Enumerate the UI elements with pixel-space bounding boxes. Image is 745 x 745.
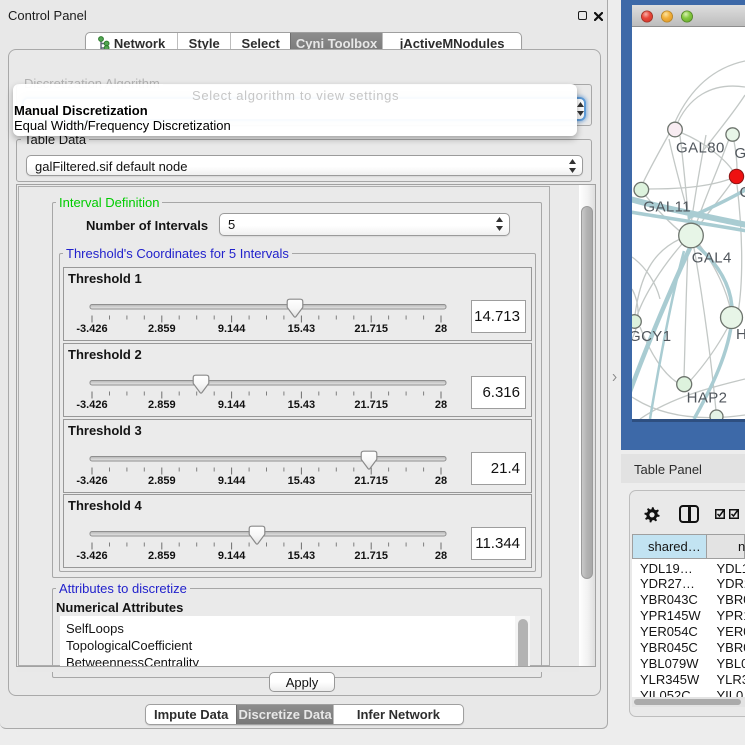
svg-text:GAL11: GAL11 [643,199,691,216]
svg-text:21.715: 21.715 [354,399,388,411]
svg-text:15.43: 15.43 [288,550,316,562]
svg-text:2.859: 2.859 [148,550,176,562]
svg-text:2.859: 2.859 [148,399,176,411]
svg-text:-3.426: -3.426 [76,475,107,487]
svg-text:C: C [740,184,745,201]
svg-text:21.715: 21.715 [354,323,388,335]
svg-text:28: 28 [435,399,447,411]
svg-text:21.715: 21.715 [354,475,388,487]
svg-text:2.859: 2.859 [148,475,176,487]
svg-text:9.144: 9.144 [218,323,246,335]
svg-text:15.43: 15.43 [288,475,316,487]
svg-text:G.: G. [735,145,745,162]
svg-text:GCY1: GCY1 [632,328,671,345]
svg-text:-3.426: -3.426 [76,399,107,411]
svg-text:GAL4: GAL4 [692,250,732,267]
svg-text:28: 28 [435,550,447,562]
svg-text:HAP2: HAP2 [687,390,728,407]
svg-text:15.43: 15.43 [288,323,316,335]
svg-text:-3.426: -3.426 [76,323,107,335]
svg-text:-3.426: -3.426 [76,550,107,562]
svg-text:28: 28 [435,323,447,335]
svg-text:28: 28 [435,475,447,487]
svg-text:9.144: 9.144 [218,550,246,562]
svg-text:GAL80: GAL80 [676,140,725,157]
svg-text:9.144: 9.144 [218,399,246,411]
svg-text:9.144: 9.144 [218,475,246,487]
svg-text:15.43: 15.43 [288,399,316,411]
svg-text:21.715: 21.715 [354,550,388,562]
svg-text:H: H [736,326,745,343]
svg-text:2.859: 2.859 [148,323,176,335]
